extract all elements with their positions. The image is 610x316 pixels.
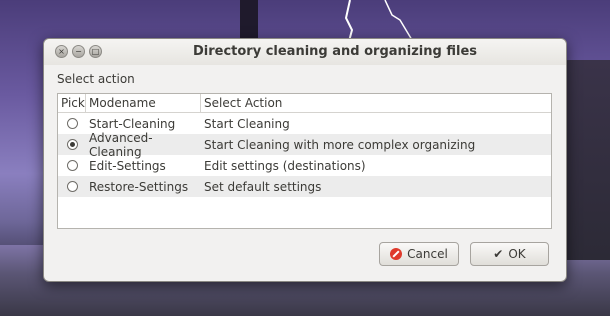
row-action: Set default settings [204, 179, 322, 194]
select-action-label: Select action [57, 72, 135, 86]
action-list: Pick Modename Select Action Start-Cleani… [57, 93, 552, 229]
cancel-icon [390, 248, 403, 260]
list-row-advanced-cleaning[interactable]: Advanced-Cleaning Start Cleaning with mo… [58, 131, 551, 159]
row-modename: Advanced-Cleaning [89, 130, 153, 159]
titlebar: × − □ Directory cleaning and organizing … [44, 39, 566, 65]
ok-button[interactable]: ✔ OK [470, 242, 549, 266]
radio-start-cleaning[interactable] [66, 118, 78, 129]
radio-edit-settings[interactable] [66, 160, 78, 171]
cancel-button[interactable]: Cancel [379, 242, 459, 266]
column-header-pick[interactable]: Pick [58, 94, 86, 112]
column-header-modename[interactable]: Modename [86, 94, 201, 112]
row-modename: Start-Cleaning [89, 116, 176, 131]
list-header: Pick Modename Select Action [58, 94, 551, 113]
checkmark-icon: ✔ [493, 247, 504, 261]
list-row-edit-settings[interactable]: Edit-Settings Edit settings (destination… [58, 155, 551, 176]
row-modename: Restore-Settings [89, 179, 189, 194]
row-modename: Edit-Settings [89, 158, 166, 173]
cancel-button-label: Cancel [407, 247, 448, 261]
radio-restore-settings[interactable] [66, 181, 78, 192]
list-row-restore-settings[interactable]: Restore-Settings Set default settings [58, 176, 551, 197]
row-action: Start Cleaning [204, 116, 290, 131]
background-figure [240, 0, 258, 40]
ok-button-label: OK [508, 247, 526, 261]
row-action: Start Cleaning with more complex organiz… [204, 137, 476, 152]
dialog-window: × − □ Directory cleaning and organizing … [43, 38, 567, 282]
window-title: Directory cleaning and organizing files [192, 44, 478, 59]
row-action: Edit settings (destinations) [204, 158, 366, 173]
radio-advanced-cleaning[interactable] [66, 139, 78, 150]
column-header-select-action[interactable]: Select Action [201, 94, 551, 112]
